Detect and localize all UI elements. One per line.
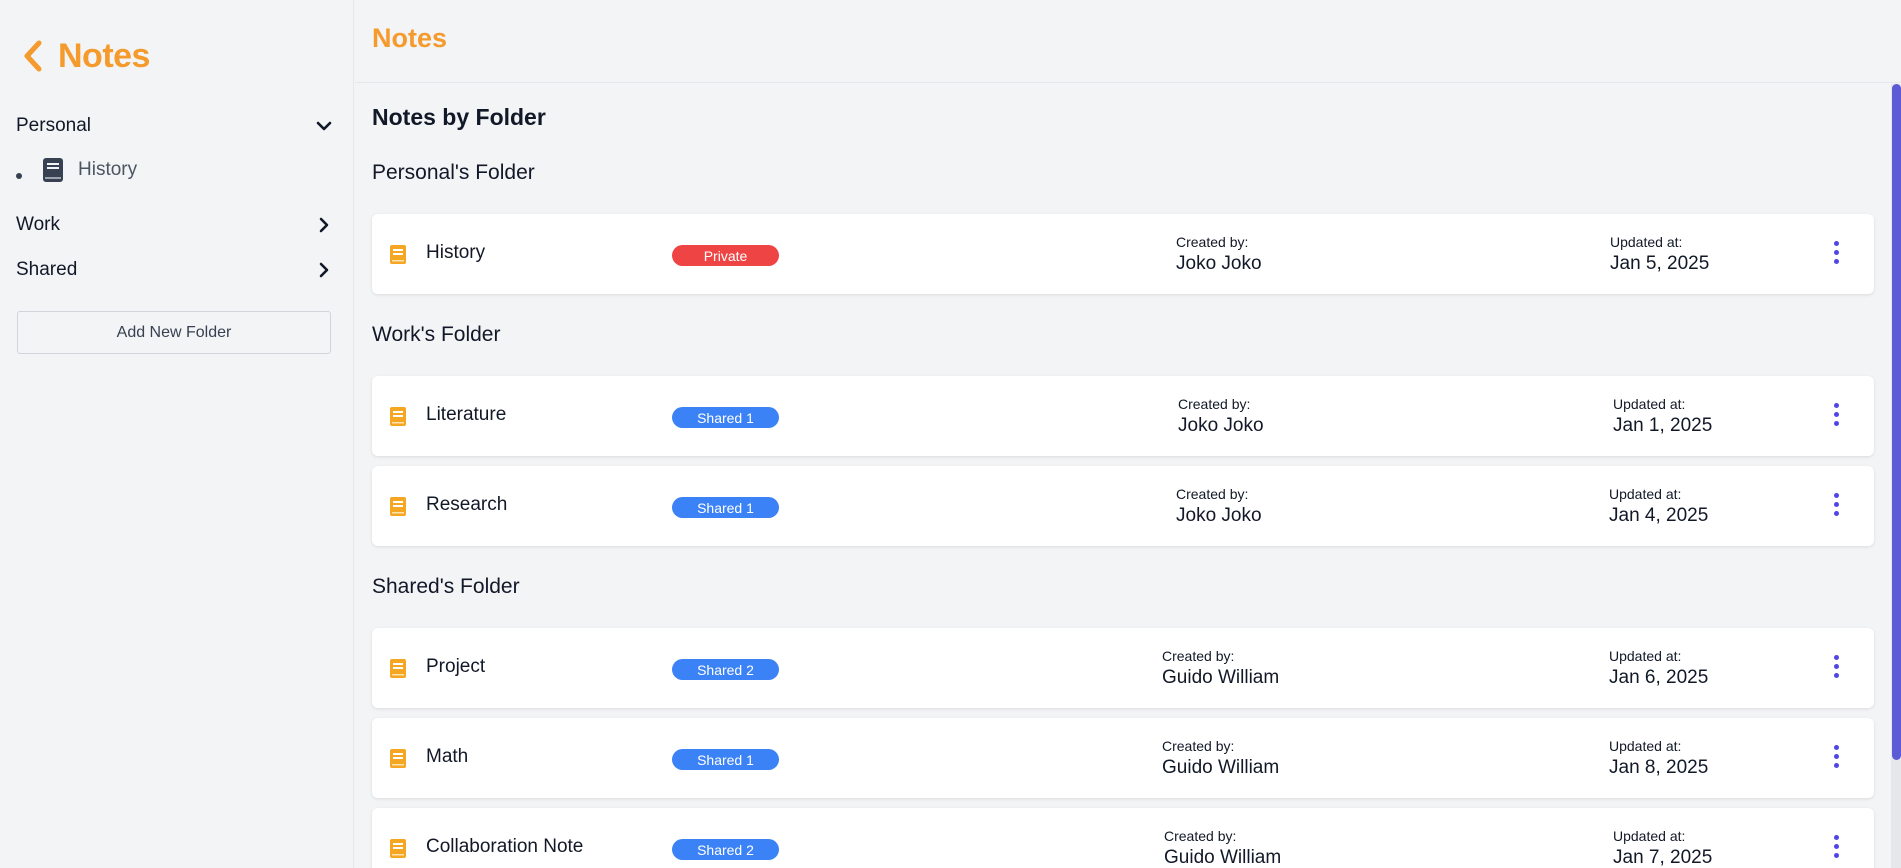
chevron-down-icon[interactable]: [314, 116, 334, 136]
sidebar: Notes Personal History Work Shared Add N…: [0, 0, 354, 868]
updated-at-value: Jan 6, 2025: [1609, 667, 1709, 688]
section-title: Notes by Folder: [372, 104, 546, 130]
folder-heading-shared: Shared's Folder: [372, 575, 520, 598]
status-badge: Shared 1: [672, 497, 779, 518]
updated-at: Updated at: Jan 8, 2025: [1609, 737, 1708, 781]
updated-at-label: Updated at:: [1609, 648, 1682, 664]
folder-label: Shared: [16, 259, 78, 280]
created-by-value: Joko Joko: [1178, 415, 1264, 436]
add-new-folder-button[interactable]: Add New Folder: [17, 311, 331, 354]
folder-heading-personal: Personal's Folder: [372, 161, 535, 184]
updated-at-label: Updated at:: [1610, 234, 1683, 250]
book-icon: [43, 158, 63, 182]
created-by-value: Joko Joko: [1176, 505, 1262, 526]
chevron-right-icon[interactable]: [314, 215, 334, 235]
created-by-label: Created by:: [1178, 396, 1251, 412]
book-icon: [390, 407, 406, 426]
note-card[interactable]: Collaboration Note Shared 2 Created by: …: [372, 808, 1874, 868]
kebab-menu-icon[interactable]: [1830, 655, 1842, 681]
created-by: Created by: Guido William: [1164, 827, 1281, 868]
created-by-label: Created by:: [1164, 828, 1237, 844]
created-by-value: Joko Joko: [1176, 253, 1262, 274]
folder-label: Personal: [16, 115, 91, 136]
kebab-menu-icon[interactable]: [1830, 835, 1842, 861]
folder-heading-work: Work's Folder: [372, 323, 501, 346]
note-title: Research: [426, 494, 508, 515]
note-card[interactable]: Research Shared 1 Created by: Joko Joko …: [372, 466, 1874, 546]
note-title: Project: [426, 656, 486, 677]
note-card[interactable]: Math Shared 1 Created by: Guido William …: [372, 718, 1874, 798]
note-card[interactable]: History Private Created by: Joko Joko Up…: [372, 214, 1874, 294]
kebab-menu-icon[interactable]: [1830, 241, 1842, 267]
kebab-menu-icon[interactable]: [1830, 403, 1842, 429]
updated-at-value: Jan 7, 2025: [1613, 847, 1713, 868]
note-title: History: [426, 242, 486, 263]
updated-at: Updated at: Jan 1, 2025: [1613, 395, 1712, 439]
bullet: [16, 173, 22, 179]
status-badge: Shared 1: [672, 749, 779, 770]
created-by-label: Created by:: [1162, 648, 1235, 664]
updated-at-label: Updated at:: [1613, 396, 1686, 412]
book-icon: [390, 659, 406, 678]
sidebar-folder-work[interactable]: Work: [16, 210, 334, 240]
sidebar-brand-title: Notes: [58, 36, 150, 75]
sidebar-folder-shared[interactable]: Shared: [16, 255, 334, 285]
status-badge: Private: [672, 245, 779, 266]
created-by: Created by: Joko Joko: [1178, 395, 1264, 439]
page-title: Notes: [372, 23, 448, 53]
updated-at-label: Updated at:: [1613, 828, 1686, 844]
created-by: Created by: Joko Joko: [1176, 485, 1262, 529]
note-card[interactable]: Literature Shared 1 Created by: Joko Jok…: [372, 376, 1874, 456]
book-icon: [390, 497, 406, 516]
note-title: Literature: [426, 404, 507, 425]
scrollbar-thumb[interactable]: [1892, 84, 1901, 760]
note-card[interactable]: Project Shared 2 Created by: Guido Willi…: [372, 628, 1874, 708]
kebab-menu-icon[interactable]: [1830, 493, 1842, 519]
top-bar: Notes: [355, 0, 1901, 83]
sidebar-note-history[interactable]: History: [16, 156, 137, 184]
created-by-label: Created by:: [1162, 738, 1235, 754]
created-by-value: Guido William: [1162, 757, 1280, 778]
note-title: Collaboration Note: [426, 836, 584, 857]
chevron-left-icon[interactable]: [20, 38, 46, 74]
updated-at-value: Jan 8, 2025: [1609, 757, 1709, 778]
notes-main: Notes by Folder Personal's Folder Histor…: [355, 84, 1901, 868]
chevron-right-icon[interactable]: [314, 260, 334, 280]
updated-at: Updated at: Jan 4, 2025: [1609, 485, 1708, 529]
status-badge: Shared 2: [672, 659, 779, 680]
created-by: Created by: Guido William: [1162, 647, 1279, 691]
updated-at-value: Jan 1, 2025: [1613, 415, 1713, 436]
updated-at: Updated at: Jan 6, 2025: [1609, 647, 1708, 691]
updated-at: Updated at: Jan 5, 2025: [1610, 233, 1709, 277]
updated-at-value: Jan 5, 2025: [1610, 253, 1710, 274]
sidebar-folder-personal[interactable]: Personal: [16, 111, 334, 141]
sidebar-note-label: History: [78, 159, 138, 180]
book-icon: [390, 245, 406, 264]
updated-at: Updated at: Jan 7, 2025: [1613, 827, 1712, 868]
created-by: Created by: Guido William: [1162, 737, 1279, 781]
created-by-label: Created by:: [1176, 486, 1249, 502]
created-by: Created by: Joko Joko: [1176, 233, 1262, 277]
folder-label: Work: [16, 214, 60, 235]
book-icon: [390, 749, 406, 768]
updated-at-value: Jan 4, 2025: [1609, 505, 1709, 526]
kebab-menu-icon[interactable]: [1830, 745, 1842, 771]
created-by-label: Created by:: [1176, 234, 1249, 250]
sidebar-brand[interactable]: Notes: [20, 36, 150, 76]
updated-at-label: Updated at:: [1609, 738, 1682, 754]
updated-at-label: Updated at:: [1609, 486, 1682, 502]
status-badge: Shared 1: [672, 407, 779, 428]
created-by-value: Guido William: [1162, 667, 1280, 688]
note-title: Math: [426, 746, 469, 767]
book-icon: [390, 839, 406, 858]
status-badge: Shared 2: [672, 839, 779, 860]
created-by-value: Guido William: [1164, 847, 1282, 868]
